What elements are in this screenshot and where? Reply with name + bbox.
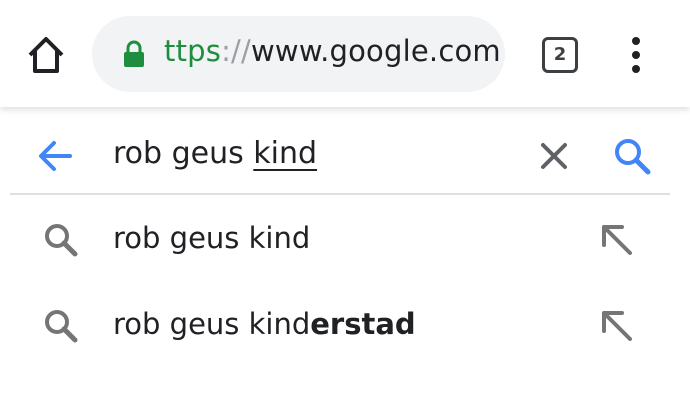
suggestion-item[interactable]: rob geus kind [0, 197, 690, 283]
search-query-input[interactable]: rob geus kind [113, 136, 317, 171]
home-icon [28, 37, 64, 73]
suggestion-bold-text: erstad [310, 307, 416, 341]
divider [10, 193, 670, 195]
url-separator: :// [221, 34, 251, 68]
suggestion-text: rob geus kinderstad [113, 307, 416, 341]
menu-button[interactable] [620, 33, 652, 77]
suggestion-plain-text: rob geus kind [113, 221, 311, 255]
close-icon [541, 143, 567, 169]
url-scheme: ttps [164, 34, 222, 68]
arrow-up-left-icon [602, 225, 632, 255]
fill-query-button[interactable] [596, 305, 636, 345]
tab-count: 2 [553, 44, 567, 65]
arrow-up-left-icon [602, 311, 632, 341]
query-composing-text: kind [253, 136, 318, 171]
tab-switcher-button[interactable]: 2 [542, 37, 578, 73]
tab-switcher-icon: 2 [542, 37, 578, 73]
suggestion-item[interactable]: rob geus kinderstad [0, 283, 690, 369]
suggestion-text: rob geus kind [113, 221, 310, 255]
fill-query-button[interactable] [596, 219, 636, 259]
suggestion-plain-text: rob geus kind [113, 307, 311, 341]
back-arrow-icon [39, 141, 72, 171]
home-button[interactable] [24, 33, 68, 77]
lock-icon [122, 40, 146, 68]
search-icon [42, 307, 80, 345]
browser-toolbar: ttps://www.google.com 2 [0, 0, 690, 107]
query-text: rob geus [113, 136, 254, 171]
url-text[interactable]: ttps://www.google.com [164, 34, 501, 68]
clear-button[interactable] [538, 140, 570, 172]
back-button[interactable] [36, 138, 76, 174]
url-host: www.google.com [250, 34, 501, 68]
search-icon [42, 221, 80, 259]
search-icon [615, 139, 651, 175]
search-row: rob geus kind [0, 118, 690, 194]
search-submit-button[interactable] [612, 136, 652, 176]
more-vert-icon [632, 37, 640, 73]
